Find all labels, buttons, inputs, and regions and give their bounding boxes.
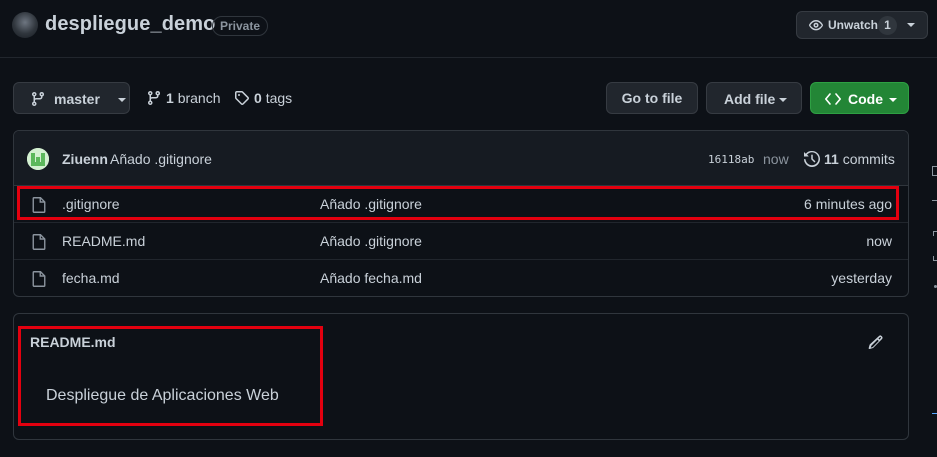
file-name-link[interactable]: .gitignore (62, 196, 120, 212)
readme-panel: README.md Despliegue de Aplicaciones Web (13, 313, 909, 440)
file-age: 6 minutes ago (804, 196, 892, 212)
repo-name-link[interactable]: despliegue_demo (45, 13, 215, 36)
commit-message[interactable]: Añado .gitignore (110, 151, 212, 167)
file-commit-message[interactable]: Añado fecha.md (320, 270, 422, 286)
eye-icon (808, 18, 824, 34)
file-browser: Ziuenn Añado .gitignore 16118ab now 11 c… (13, 130, 909, 297)
code-button[interactable]: Code (810, 82, 909, 114)
watch-count-badge: 1 (878, 16, 897, 35)
readme-title-link[interactable]: README.md (30, 334, 116, 350)
repo-owner-avatar[interactable] (12, 12, 38, 38)
visibility-badge: Private (212, 16, 269, 36)
tag-icon (234, 90, 250, 106)
author-avatar[interactable] (27, 148, 49, 170)
readme-heading: Despliegue de Aplicaciones Web (46, 387, 279, 404)
commits-count-link[interactable]: 11 commits (824, 151, 895, 167)
file-age: yesterday (831, 270, 892, 286)
history-icon (804, 151, 820, 167)
add-file-button[interactable]: Add file (706, 82, 802, 114)
git-branch-icon (146, 90, 162, 106)
sidebar-clipped-icon (932, 166, 937, 176)
file-name-link[interactable]: README.md (62, 233, 145, 249)
latest-commit-bar: Ziuenn Añado .gitignore 16118ab now 11 c… (14, 131, 908, 186)
branches-count: 1 (166, 90, 174, 106)
commits-count: 11 (824, 151, 839, 167)
commit-sha[interactable]: 16118ab (708, 153, 754, 166)
pencil-icon[interactable] (868, 334, 884, 350)
file-age: now (866, 233, 892, 249)
sidebar-clipped-link (932, 413, 937, 414)
commits-label: commits (842, 151, 895, 167)
branch-selector-button[interactable]: master (13, 82, 130, 114)
unwatch-label: Unwatch (828, 18, 879, 32)
sidebar-clipped-icon (933, 256, 937, 261)
add-file-label: Add file (724, 91, 776, 107)
tags-label: tags (265, 90, 293, 106)
chevron-down-icon (779, 97, 787, 103)
branch-name: master (54, 91, 100, 107)
code-label: Code (848, 91, 883, 107)
go-to-file-button[interactable]: Go to file (606, 82, 698, 114)
file-row[interactable]: .gitignore Añado .gitignore 6 minutes ag… (14, 186, 908, 223)
sidebar-clipped-icon (932, 200, 937, 201)
file-icon (32, 234, 46, 250)
file-name-link[interactable]: fecha.md (62, 270, 120, 286)
chevron-down-icon (907, 22, 915, 28)
file-icon (32, 271, 46, 287)
file-commit-message[interactable]: Añado .gitignore (320, 233, 422, 249)
commit-time: now (763, 151, 789, 167)
git-branch-icon (30, 91, 46, 107)
tags-count: 0 (254, 90, 262, 106)
commit-author[interactable]: Ziuenn (62, 151, 108, 167)
header-divider (0, 57, 937, 58)
file-row[interactable]: fecha.md Añado fecha.md yesterday (14, 260, 908, 296)
file-commit-message[interactable]: Añado .gitignore (320, 196, 422, 212)
unwatch-button[interactable]: Unwatch 1 (796, 11, 928, 39)
file-icon (32, 197, 46, 213)
chevron-down-icon (118, 97, 126, 103)
code-icon (825, 92, 841, 106)
chevron-down-icon (889, 97, 897, 103)
sidebar-clipped-icon (933, 231, 937, 236)
file-row[interactable]: README.md Añado .gitignore now (14, 223, 908, 260)
branches-label: branch (177, 90, 221, 106)
